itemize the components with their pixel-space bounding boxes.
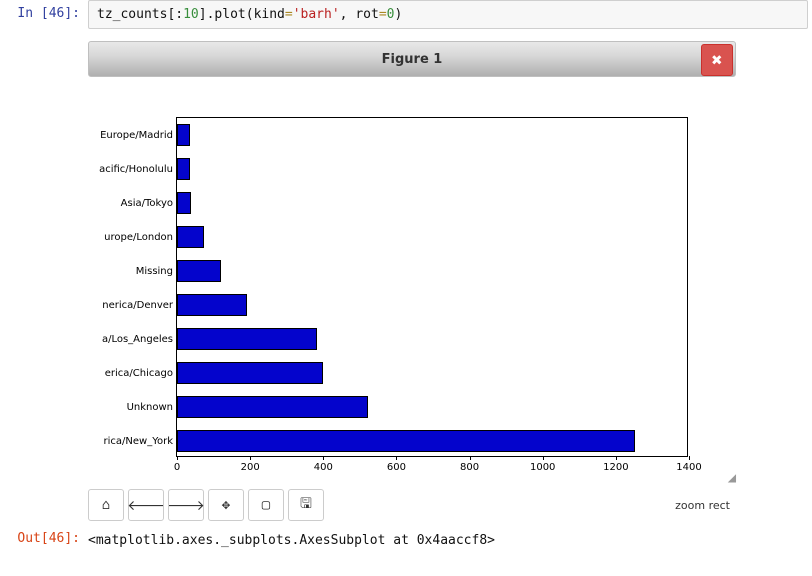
bar bbox=[177, 192, 191, 214]
arrow-left-icon: 🡐 bbox=[127, 497, 165, 514]
bar-row: urope/London bbox=[177, 220, 689, 254]
arrow-right-icon: 🡒 bbox=[167, 497, 205, 514]
bar bbox=[177, 158, 190, 180]
y-tick-label: Europe/Madrid bbox=[37, 130, 177, 141]
figure-canvas[interactable]: Europe/Madridacific/HonoluluAsia/Tokyour… bbox=[88, 77, 736, 487]
zoom-rect-icon: ▢ bbox=[262, 497, 270, 513]
y-tick-label: acific/Honolulu bbox=[37, 164, 177, 175]
x-tick-label: 200 bbox=[234, 462, 266, 473]
save-icon: 🖫 bbox=[300, 493, 312, 517]
y-tick-label: nerica/Denver bbox=[37, 300, 177, 311]
toolbar-message: zoom rect bbox=[675, 499, 730, 512]
home-icon: ⌂ bbox=[102, 497, 110, 513]
pan-button[interactable]: ✥ bbox=[208, 489, 244, 521]
x-tick-label: 1000 bbox=[527, 462, 559, 473]
close-icon: ✖ bbox=[712, 50, 723, 71]
close-button[interactable]: ✖ bbox=[701, 44, 733, 76]
bar bbox=[177, 226, 204, 248]
in-prompt: In [46]: bbox=[0, 0, 88, 29]
code-input[interactable]: tz_counts[:10].plot(kind='barh', rot=0) bbox=[88, 0, 808, 29]
bar bbox=[177, 260, 221, 282]
y-tick-label: a/Los_Angeles bbox=[37, 334, 177, 345]
figure-title: Figure 1 bbox=[89, 52, 735, 67]
move-icon: ✥ bbox=[222, 497, 230, 513]
bar-row: Unknown bbox=[177, 390, 689, 424]
home-button[interactable]: ⌂ bbox=[88, 489, 124, 521]
bar-row: Europe/Madrid bbox=[177, 118, 689, 152]
empty-prompt bbox=[0, 29, 88, 525]
input-cell: In [46]: tz_counts[:10].plot(kind='barh'… bbox=[0, 0, 812, 29]
x-tick-label: 1400 bbox=[673, 462, 705, 473]
x-tick-label: 400 bbox=[307, 462, 339, 473]
forward-button[interactable]: 🡒 bbox=[168, 489, 204, 521]
back-button[interactable]: 🡐 bbox=[128, 489, 164, 521]
x-tick-label: 800 bbox=[454, 462, 486, 473]
bar-row: a/Los_Angeles bbox=[177, 322, 689, 356]
y-tick-label: Missing bbox=[37, 266, 177, 277]
bar-row: Missing bbox=[177, 254, 689, 288]
y-tick-label: Unknown bbox=[37, 402, 177, 413]
resize-handle[interactable]: ◢ bbox=[722, 473, 736, 487]
bar-row: rica/New_York bbox=[177, 424, 689, 458]
output-text: <matplotlib.axes._subplots.AxesSubplot a… bbox=[88, 529, 806, 552]
bar bbox=[177, 396, 368, 418]
plot-axes: Europe/Madridacific/HonoluluAsia/Tokyour… bbox=[176, 117, 688, 457]
save-button[interactable]: 🖫 bbox=[288, 489, 324, 521]
out-prompt: Out[46]: bbox=[0, 525, 88, 556]
y-tick-label: rica/New_York bbox=[37, 436, 177, 447]
bar-row: acific/Honolulu bbox=[177, 152, 689, 186]
y-tick-label: urope/London bbox=[37, 232, 177, 243]
bar bbox=[177, 362, 323, 384]
y-tick-label: erica/Chicago bbox=[37, 368, 177, 379]
bar-row: nerica/Denver bbox=[177, 288, 689, 322]
bar bbox=[177, 124, 190, 146]
bar bbox=[177, 328, 317, 350]
figure-toolbar: ⌂ 🡐 🡒 ✥ ▢ 🖫 zoom rect bbox=[88, 489, 736, 521]
output-cell-text: Out[46]: <matplotlib.axes._subplots.Axes… bbox=[0, 525, 812, 556]
zoom-button[interactable]: ▢ bbox=[248, 489, 284, 521]
x-tick-label: 0 bbox=[161, 462, 193, 473]
figure-titlebar: Figure 1 ✖ bbox=[88, 41, 736, 77]
x-tick-label: 1200 bbox=[600, 462, 632, 473]
figure-window: Figure 1 ✖ Europe/Madridacific/HonoluluA… bbox=[88, 41, 736, 521]
bar-row: Asia/Tokyo bbox=[177, 186, 689, 220]
bar bbox=[177, 430, 635, 452]
x-tick-label: 600 bbox=[380, 462, 412, 473]
output-cell-figure: Figure 1 ✖ Europe/Madridacific/HonoluluA… bbox=[0, 29, 812, 525]
bar-row: erica/Chicago bbox=[177, 356, 689, 390]
bar bbox=[177, 294, 247, 316]
y-tick-label: Asia/Tokyo bbox=[37, 198, 177, 209]
